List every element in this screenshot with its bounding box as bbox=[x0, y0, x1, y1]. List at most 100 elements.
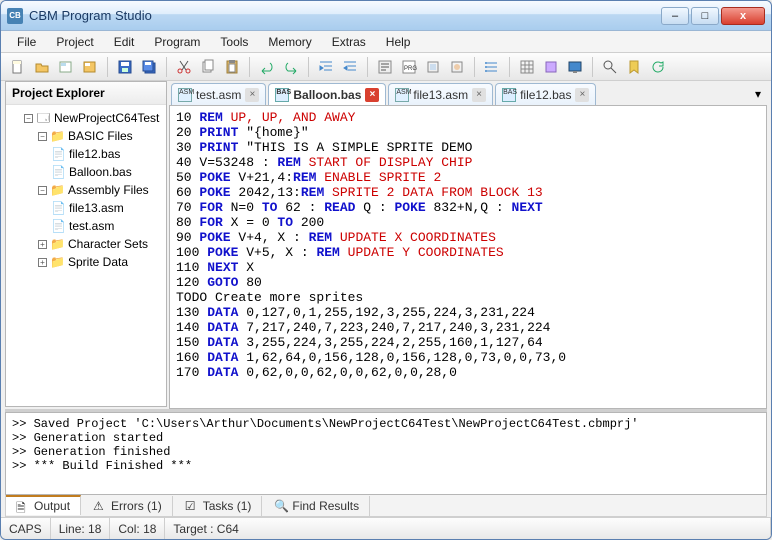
tab-label: file13.asm bbox=[413, 88, 468, 102]
output-tab-label: Tasks (1) bbox=[203, 499, 252, 513]
tab-balloon-bas[interactable]: BAS Balloon.bas × bbox=[268, 83, 386, 105]
tree-file[interactable]: 📄file12.bas bbox=[10, 145, 162, 163]
menu-extras[interactable]: Extras bbox=[324, 33, 374, 51]
save-all-icon[interactable] bbox=[138, 56, 160, 78]
toolbar-sep bbox=[592, 57, 593, 77]
tree-charsets-label: Character Sets bbox=[68, 236, 148, 252]
tree-sprites-label: Sprite Data bbox=[68, 254, 128, 270]
tab-file12-bas[interactable]: BAS file12.bas × bbox=[495, 83, 596, 105]
close-button[interactable]: x bbox=[721, 7, 765, 25]
tab-close-icon[interactable]: × bbox=[245, 88, 259, 102]
toolbar-sep bbox=[367, 57, 368, 77]
toolbar-sep bbox=[249, 57, 250, 77]
tab-test-asm[interactable]: ASMtest.asm× bbox=[171, 83, 266, 105]
tree-basic-label: BASIC Files bbox=[68, 128, 133, 144]
toolbar-sep bbox=[107, 57, 108, 77]
bas-icon: BAS bbox=[275, 88, 289, 102]
tree-basic-folder[interactable]: −📁BASIC Files bbox=[10, 127, 162, 145]
tree-asm-folder[interactable]: −📁Assembly Files bbox=[10, 181, 162, 199]
status-caps: CAPS bbox=[1, 518, 51, 539]
svg-text:PRG: PRG bbox=[404, 66, 417, 72]
output-tab-errors[interactable]: ⚠ Errors (1) bbox=[83, 496, 173, 516]
indent-icon[interactable] bbox=[315, 56, 337, 78]
output-tab-output[interactable]: 🗎 Output bbox=[6, 495, 81, 515]
tab-close-icon[interactable]: × bbox=[472, 88, 486, 102]
project-tree[interactable]: −🗔NewProjectC64Test −📁BASIC Files 📄file1… bbox=[6, 105, 166, 275]
open-icon[interactable] bbox=[31, 56, 53, 78]
find-icon[interactable] bbox=[599, 56, 621, 78]
menu-program[interactable]: Program bbox=[146, 33, 208, 51]
output-tabs: 🗎 Output ⚠ Errors (1) ☑Tasks (1) 🔍Find Res… bbox=[5, 495, 767, 517]
editor-tabbar: ASMtest.asm× BAS Balloon.bas × ASM file13.a… bbox=[169, 81, 767, 105]
tab-close-icon[interactable]: × bbox=[365, 88, 379, 102]
tree-file-label: Balloon.bas bbox=[69, 164, 132, 180]
sprite-icon[interactable] bbox=[540, 56, 562, 78]
copy-icon[interactable] bbox=[197, 56, 219, 78]
grid-icon[interactable] bbox=[516, 56, 538, 78]
open-project-icon[interactable] bbox=[79, 56, 101, 78]
refresh-icon[interactable] bbox=[647, 56, 669, 78]
outdent-icon[interactable] bbox=[339, 56, 361, 78]
tree-charsets[interactable]: +📁Character Sets bbox=[10, 235, 162, 253]
tab-label: file12.bas bbox=[520, 88, 571, 102]
window-buttons: – □ x bbox=[661, 7, 765, 25]
undo-icon[interactable] bbox=[256, 56, 278, 78]
redo-icon[interactable] bbox=[280, 56, 302, 78]
list-icon[interactable] bbox=[481, 56, 503, 78]
tab-close-icon[interactable]: × bbox=[575, 88, 589, 102]
output-tab-label: Find Results bbox=[292, 499, 359, 513]
screen-icon[interactable] bbox=[564, 56, 586, 78]
tree-file-label: file13.asm bbox=[69, 200, 124, 216]
toolbar-sep bbox=[166, 57, 167, 77]
tool-b-icon[interactable] bbox=[446, 56, 468, 78]
toolbar-sep bbox=[474, 57, 475, 77]
bookmark-icon[interactable] bbox=[623, 56, 645, 78]
tree-file[interactable]: 📄file13.asm bbox=[10, 199, 162, 217]
menu-file[interactable]: File bbox=[9, 33, 44, 51]
menu-tools[interactable]: Tools bbox=[212, 33, 256, 51]
menu-memory[interactable]: Memory bbox=[260, 33, 319, 51]
status-target: Target : C64 bbox=[165, 518, 771, 539]
tree-file[interactable]: 📄test.asm bbox=[10, 217, 162, 235]
code-editor[interactable]: 10 REM UP, UP, AND AWAY 20 PRINT "{home}… bbox=[169, 105, 767, 409]
output-text[interactable]: >> Saved Project 'C:\Users\Arthur\Docume… bbox=[5, 412, 767, 495]
tab-label: Balloon.bas bbox=[293, 88, 361, 102]
menu-edit[interactable]: Edit bbox=[106, 33, 143, 51]
build-icon[interactable] bbox=[374, 56, 396, 78]
menubar: File Project Edit Program Tools Memory E… bbox=[1, 31, 771, 53]
maximize-button[interactable]: □ bbox=[691, 7, 719, 25]
output-tab-label: Errors (1) bbox=[111, 499, 162, 513]
menu-help[interactable]: Help bbox=[378, 33, 419, 51]
minimize-button[interactable]: – bbox=[661, 7, 689, 25]
cut-icon[interactable] bbox=[173, 56, 195, 78]
tree-root[interactable]: −🗔NewProjectC64Test bbox=[10, 109, 162, 127]
project-explorer: Project Explorer −🗔NewProjectC64Test −📁B… bbox=[5, 81, 167, 407]
save-icon[interactable] bbox=[114, 56, 136, 78]
editor-column: ASMtest.asm× BAS Balloon.bas × ASM file13.a… bbox=[169, 81, 771, 409]
error-icon: ⚠ bbox=[93, 499, 107, 513]
project-explorer-title: Project Explorer bbox=[6, 82, 166, 105]
asm-icon: ASM bbox=[178, 88, 192, 102]
tab-file13-asm[interactable]: ASM file13.asm × bbox=[388, 83, 493, 105]
paste-icon[interactable] bbox=[221, 56, 243, 78]
titlebar: CB CBM Program Studio – □ x bbox=[1, 1, 771, 31]
output-tab-find[interactable]: 🔍Find Results bbox=[264, 496, 370, 516]
asm-icon: ASM bbox=[395, 88, 409, 102]
tree-sprites[interactable]: +📁Sprite Data bbox=[10, 253, 162, 271]
toolbar-sep bbox=[509, 57, 510, 77]
menu-project[interactable]: Project bbox=[48, 33, 101, 51]
app-icon: CB bbox=[7, 8, 23, 24]
output-tab-label: Output bbox=[34, 499, 70, 513]
output-icon: 🗎 bbox=[16, 499, 30, 513]
new-project-icon[interactable] bbox=[55, 56, 77, 78]
output-tab-tasks[interactable]: ☑Tasks (1) bbox=[175, 496, 263, 516]
tree-file[interactable]: 📄Balloon.bas bbox=[10, 163, 162, 181]
new-file-icon[interactable] bbox=[7, 56, 29, 78]
tab-list-button[interactable]: ▾ bbox=[749, 85, 767, 103]
tree-root-label: NewProjectC64Test bbox=[54, 110, 159, 126]
statusbar: CAPS Line: 18 Col: 18 Target : C64 bbox=[1, 517, 771, 539]
tool-a-icon[interactable] bbox=[422, 56, 444, 78]
prg-icon[interactable]: PRG bbox=[398, 56, 420, 78]
app-window: CB CBM Program Studio – □ x File Project… bbox=[0, 0, 772, 540]
bas-icon: BAS bbox=[502, 88, 516, 102]
